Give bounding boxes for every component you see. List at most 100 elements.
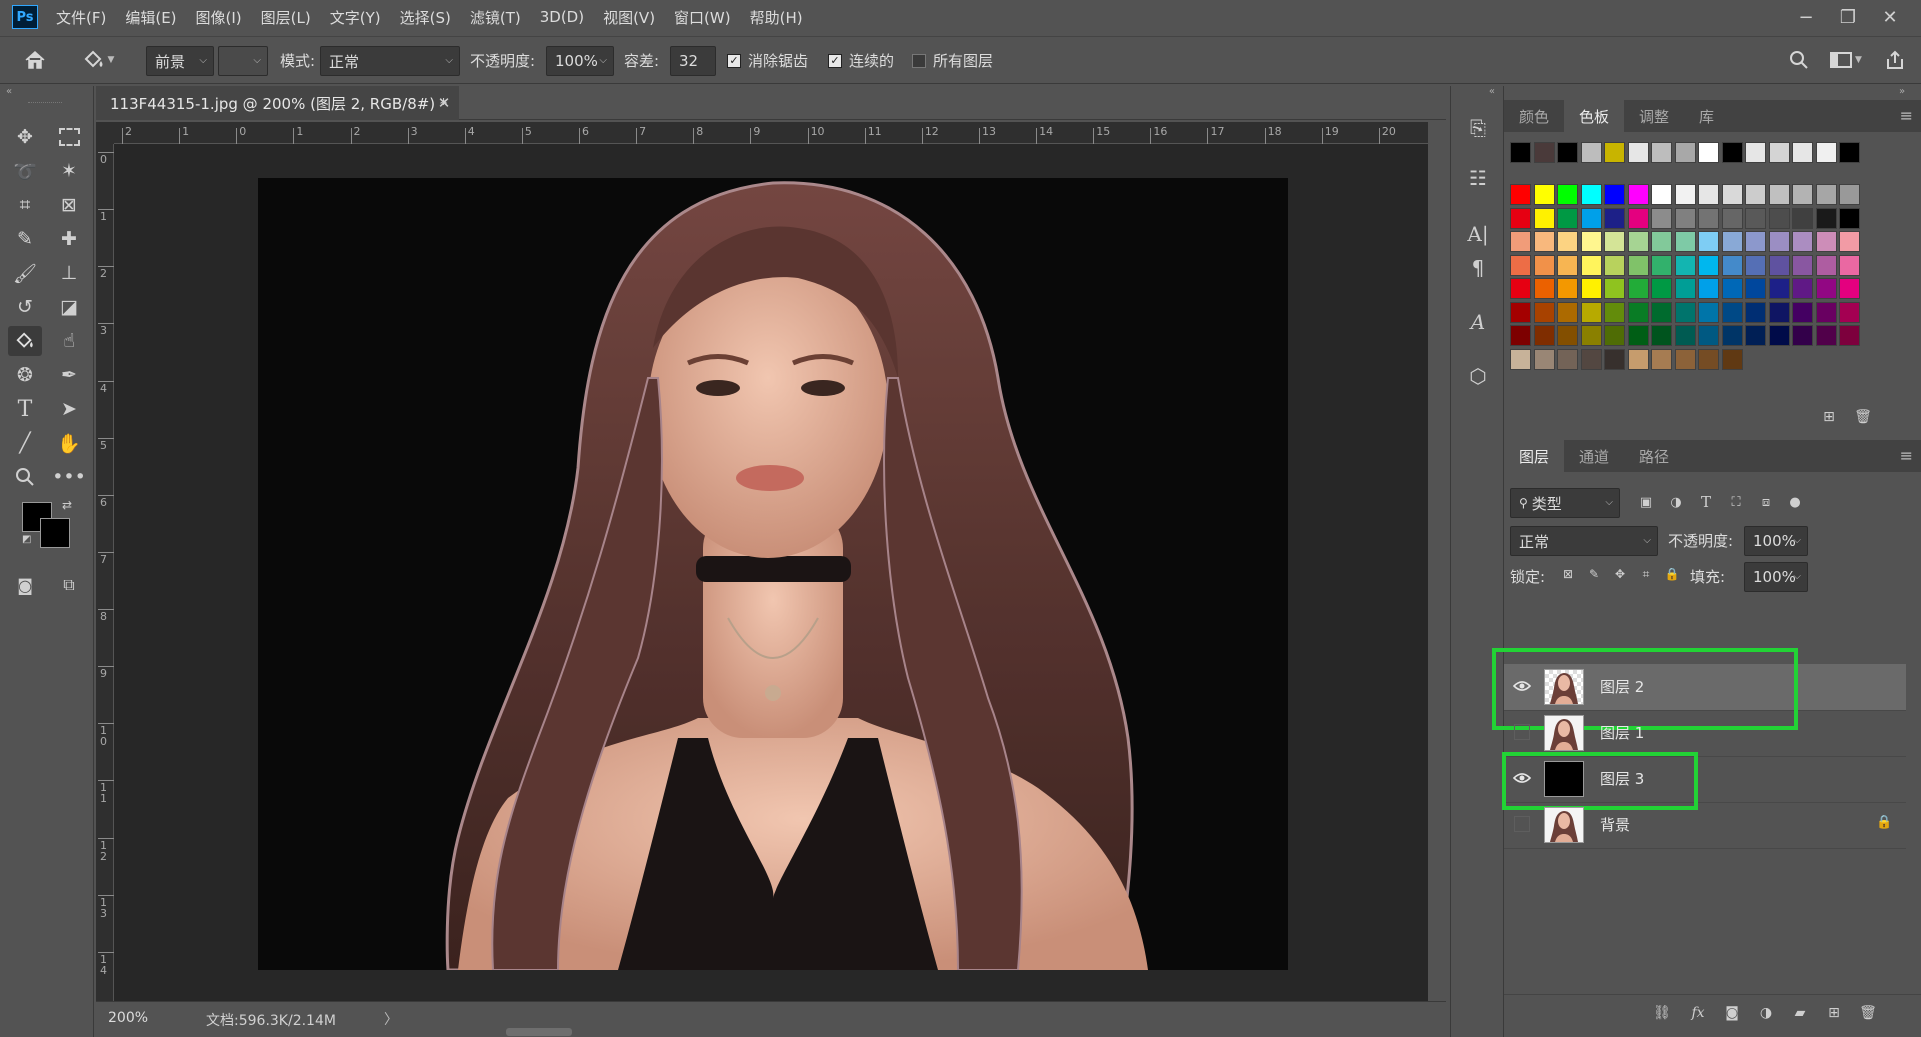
color-swatch[interactable] [1651,184,1672,205]
recent-swatch[interactable] [1698,142,1719,163]
restore-button[interactable]: ❐ [1827,2,1869,32]
swap-colors-icon[interactable]: ⇄ [62,498,76,512]
new-swatch-icon[interactable]: ⊞ [1816,406,1842,428]
color-swatch[interactable] [1510,184,1531,205]
color-swatch[interactable] [1768,207,1790,229]
menu-item[interactable]: 视图(V) [603,7,655,28]
lock-all-icon[interactable]: 🔒 [1662,564,1682,584]
lock-transparent-icon[interactable]: ⊠ [1558,564,1578,584]
blend-mode-dropdown[interactable]: 正常 ⌵ [320,46,460,76]
filter-adjustment-icon[interactable]: ◑ [1664,490,1688,514]
color-swatch[interactable] [1792,231,1813,252]
swatches-panel-menu-icon[interactable]: ≡ [1900,106,1913,125]
color-swatch[interactable] [1768,254,1790,276]
color-swatch[interactable] [1557,348,1578,370]
color-swatch[interactable] [1651,348,1672,370]
menu-item[interactable]: 选择(S) [400,7,451,28]
close-button[interactable]: ✕ [1869,2,1911,32]
recent-swatch[interactable] [1792,142,1813,163]
color-swatch[interactable] [1792,207,1813,229]
color-swatch[interactable] [1674,184,1696,205]
dodge-tool-icon[interactable]: ❂ [8,360,42,390]
document-canvas[interactable] [258,178,1288,970]
color-swatch[interactable] [1815,254,1837,276]
layers-panel-tab[interactable]: 路径 [1624,440,1684,472]
ruler-corner[interactable] [96,122,114,144]
all-layers-checkbox[interactable] [912,54,926,68]
recent-swatch[interactable] [1557,142,1578,163]
layers-panel-tab[interactable]: 图层 [1504,440,1565,472]
layers-panel-menu-icon[interactable]: ≡ [1900,446,1913,465]
color-swatch[interactable] [1815,231,1837,252]
recent-swatch[interactable] [1604,142,1625,163]
contiguous-checkbox[interactable]: ✓ [828,54,842,68]
share-icon[interactable] [1880,46,1910,74]
color-swatch[interactable] [1839,325,1860,346]
close-document-icon[interactable]: ✕ [432,86,456,120]
frame-tool-icon[interactable]: ⊠ [52,190,86,220]
screen-mode-icon[interactable]: ⧉ [52,570,86,600]
color-swatch[interactable] [1698,231,1719,252]
background-color-swatch[interactable] [40,518,70,548]
color-swatch[interactable] [1745,325,1766,346]
menu-item[interactable]: 编辑(E) [125,7,176,28]
filter-smart-object-icon[interactable]: ⧈ [1754,490,1778,514]
menu-item[interactable]: 3D(D) [540,8,584,26]
color-swatch[interactable] [1815,184,1837,205]
color-swatch[interactable] [1745,278,1766,299]
fill-source-dropdown[interactable]: 前景 ⌵ [146,46,214,76]
color-swatch[interactable] [1580,231,1602,252]
pen-tool-icon[interactable]: ✒ [52,360,86,390]
layer-fill-field[interactable]: 100% ⌵ [1744,562,1808,592]
character-panel-icon[interactable]: A| [1463,220,1493,248]
swatches-panel-tab[interactable]: 颜色 [1504,100,1564,132]
crop-tool-icon[interactable]: ⌗ [8,190,42,220]
new-layer-icon[interactable]: ⊞ [1820,1000,1848,1026]
color-swatch[interactable] [1745,254,1766,276]
recent-swatch[interactable] [1839,142,1860,163]
paint-bucket-preset-picker[interactable]: ▼ [76,46,120,74]
collapse-iconstrip-icon[interactable]: « [1455,86,1495,98]
brush-tool-icon[interactable]: 🖌 [8,258,42,288]
layer-style-fx-icon[interactable]: fx [1684,1000,1712,1026]
color-swatch[interactable] [1674,348,1696,370]
lasso-tool-icon[interactable]: ➰ [8,156,42,186]
color-swatch[interactable] [1557,207,1578,229]
document-tab[interactable]: 113F44315-1.jpg @ 200% (图层 2, RGB/8#) * [96,86,459,120]
lock-image-icon[interactable]: ✎ [1584,564,1604,584]
color-swatch[interactable] [1651,207,1672,229]
color-swatch[interactable] [1839,301,1860,323]
color-swatch[interactable] [1510,278,1531,299]
color-swatch[interactable] [1580,254,1602,276]
layer-blend-mode-dropdown[interactable]: 正常 ⌵ [1510,526,1658,556]
zoom-level[interactable]: 200% [108,1010,148,1026]
color-swatch[interactable] [1698,278,1719,299]
color-swatch[interactable] [1510,348,1531,370]
status-menu-arrow-icon[interactable]: 〉 [384,1009,398,1029]
color-swatch[interactable] [1604,348,1625,370]
clone-stamp-tool-icon[interactable]: ⊥ [52,258,86,288]
marquee-tool-icon[interactable] [52,122,86,152]
color-swatch[interactable] [1510,325,1531,346]
color-swatch[interactable] [1721,348,1743,370]
color-swatch[interactable] [1721,207,1743,229]
color-swatch[interactable] [1721,301,1743,323]
new-adjustment-layer-icon[interactable]: ◑ [1752,1000,1780,1026]
color-swatch[interactable] [1698,325,1719,346]
link-layers-icon[interactable]: ⛓ [1648,1000,1676,1026]
workspace-switcher[interactable]: ▼ [1824,46,1868,74]
color-swatch[interactable] [1557,278,1578,299]
color-swatch[interactable] [1792,278,1813,299]
color-swatch[interactable] [1604,254,1625,276]
menu-item[interactable]: 图层(L) [261,7,311,28]
collapse-panels-icon[interactable]: » [1899,86,1919,98]
color-swatch[interactable] [1674,254,1696,276]
color-swatch[interactable] [1768,231,1790,252]
layer-filter-dropdown[interactable]: ⚲ 类型 ⌵ [1510,488,1620,518]
color-swatch[interactable] [1533,301,1555,323]
color-swatch[interactable] [1768,278,1790,299]
delete-swatch-icon[interactable]: 🗑 [1850,406,1876,428]
opacity-field[interactable]: 100% ⌵ [546,46,614,76]
color-swatch[interactable] [1580,184,1602,205]
recent-swatch[interactable] [1721,142,1743,163]
